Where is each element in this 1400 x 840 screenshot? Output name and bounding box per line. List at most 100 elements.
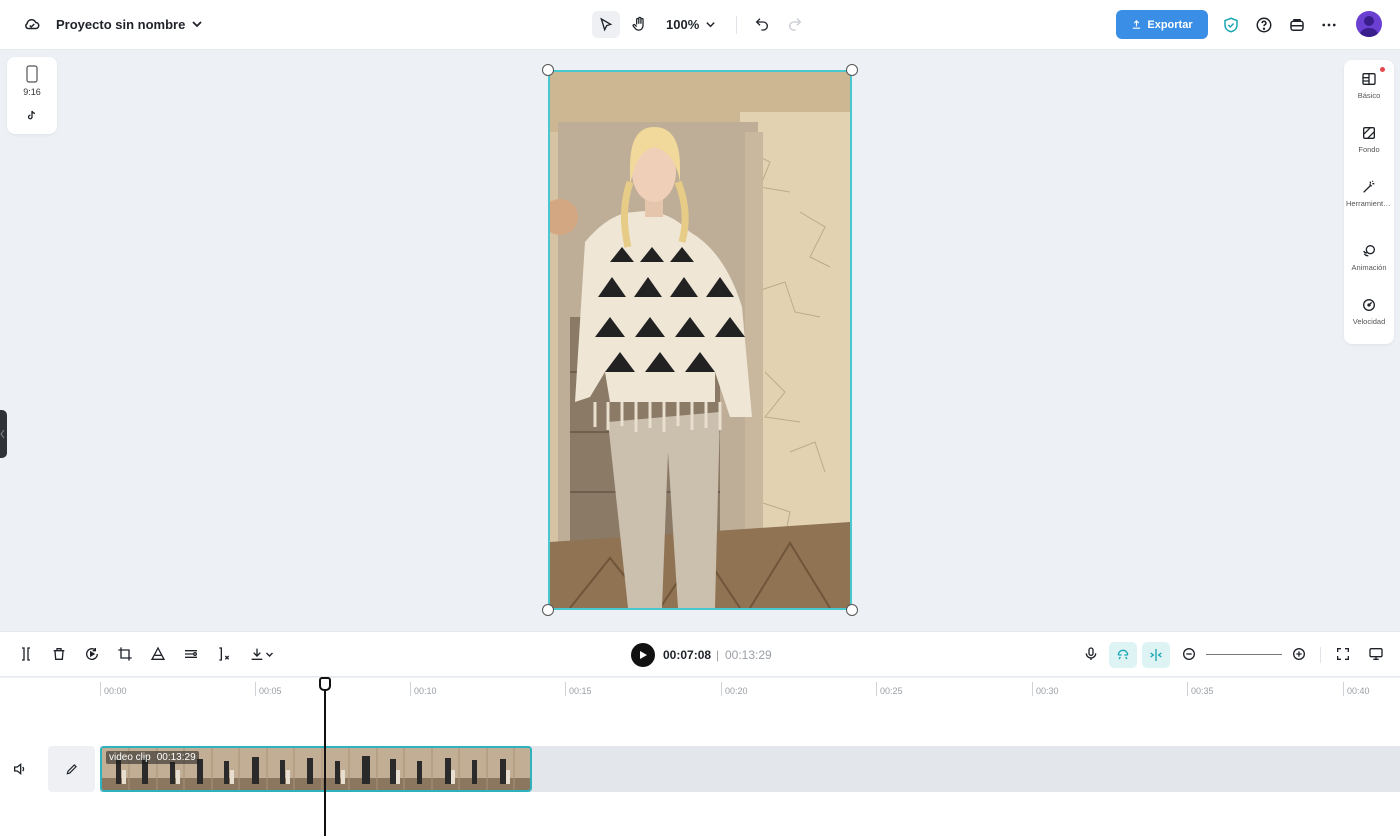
hand-tool-icon[interactable] — [627, 11, 651, 38]
delete-icon[interactable] — [49, 644, 69, 664]
ruler-label: 00:35 — [1191, 686, 1214, 696]
phone-ratio-icon — [26, 65, 38, 83]
crop-icon[interactable] — [115, 644, 135, 664]
replay-icon[interactable] — [82, 644, 102, 664]
ruler-tick — [1187, 682, 1188, 696]
play-icon — [640, 651, 647, 659]
animation-icon — [1363, 245, 1375, 257]
ruler-tick — [100, 682, 101, 696]
preview-panel-icon[interactable] — [1366, 644, 1386, 664]
time-separator: | — [716, 648, 720, 662]
left-panel-toggle[interactable] — [0, 410, 7, 458]
panel-item-animation[interactable]: Animación — [1344, 243, 1394, 272]
export-button[interactable]: Exportar — [1116, 10, 1208, 39]
resize-handle-bottom-left[interactable] — [542, 604, 554, 616]
ruler-label: 00:25 — [880, 686, 903, 696]
background-icon — [1363, 127, 1375, 139]
total-duration: 00:13:29 — [725, 648, 772, 662]
ruler-label: 00:10 — [414, 686, 437, 696]
basic-panel-icon — [1362, 73, 1376, 85]
project-title-text: Proyecto sin nombre — [56, 16, 186, 32]
top-bar: Proyecto sin nombre 100% Exportar — [0, 0, 1400, 50]
tiktok-icon — [27, 110, 36, 120]
undo-icon[interactable] — [752, 14, 772, 34]
chevron-down-icon — [706, 21, 715, 27]
video-clip[interactable]: video clip 00:13:29 — [100, 746, 532, 792]
split-icon[interactable] — [16, 644, 36, 664]
resize-handle-bottom-right[interactable] — [846, 604, 858, 616]
download-dropdown[interactable] — [246, 644, 276, 664]
panel-item-speed[interactable]: Velocidad — [1344, 297, 1394, 326]
trim-icon[interactable] — [214, 644, 234, 664]
zoom-dropdown[interactable]: 100% — [666, 15, 716, 33]
adjust-icon[interactable] — [181, 644, 201, 664]
panel-item-label: Fondo — [1358, 145, 1380, 154]
panel-item-smart-tools[interactable]: Herramientas inteligentes — [1344, 179, 1394, 208]
video-frame-image — [550, 72, 850, 608]
panel-item-label: Animación — [1351, 263, 1387, 272]
export-label: Exportar — [1147, 18, 1193, 31]
magnet-snap-toggle[interactable] — [1109, 642, 1137, 668]
magic-wand-icon — [1363, 180, 1375, 193]
aspect-ratio-label: 9:16 — [23, 87, 41, 97]
timeline-zoom-slider[interactable] — [1206, 654, 1282, 655]
upload-icon — [1133, 20, 1141, 29]
panel-item-label: Básico — [1357, 91, 1381, 100]
resize-handle-top-left[interactable] — [542, 64, 554, 76]
pencil-icon — [66, 764, 77, 775]
current-time: 00:07:08 — [663, 648, 712, 662]
panel-item-basic[interactable]: Básico — [1344, 71, 1394, 100]
ruler-label: 00:30 — [1036, 686, 1059, 696]
ruler-label: 00:20 — [725, 686, 748, 696]
shield-check-icon[interactable] — [1220, 14, 1242, 36]
select-tool-button[interactable] — [592, 11, 620, 38]
flip-icon[interactable] — [148, 644, 168, 664]
project-title[interactable]: Proyecto sin nombre — [56, 15, 185, 33]
fullscreen-icon[interactable] — [1333, 644, 1353, 664]
ruler-tick — [876, 682, 877, 696]
cloud-icon[interactable] — [22, 14, 42, 34]
help-icon[interactable] — [1253, 14, 1275, 36]
video-preview[interactable] — [548, 70, 852, 610]
ruler-label: 00:40 — [1347, 686, 1370, 696]
download-icon — [251, 648, 262, 660]
speed-icon — [1363, 299, 1375, 311]
clip-label: video clip 00:13:29 — [106, 751, 199, 764]
ruler-tick — [410, 682, 411, 696]
edit-toolbar: 00:07:08 | 00:13:29 — [0, 631, 1400, 677]
chevron-down-icon — [265, 652, 273, 657]
split-scene-toggle[interactable] — [1142, 642, 1170, 668]
ruler-tick — [1343, 682, 1344, 696]
play-button[interactable] — [631, 643, 655, 667]
ruler-tick — [721, 682, 722, 696]
divider — [1320, 647, 1321, 663]
clip-name: video clip — [109, 752, 151, 763]
ruler-tick — [255, 682, 256, 696]
panel-item-label: Velocidad — [1352, 317, 1386, 326]
format-panel[interactable]: 9:16 — [7, 57, 57, 134]
playhead-line[interactable] — [324, 688, 326, 836]
properties-panel: Básico Fondo Herramientas inteligentes A… — [1344, 60, 1394, 344]
ruler-label: 00:05 — [259, 686, 282, 696]
avatar[interactable] — [1356, 11, 1382, 37]
chevron-down-icon[interactable] — [190, 16, 204, 32]
track-edit-button[interactable] — [48, 746, 95, 792]
split-scene-icon — [1150, 649, 1162, 661]
redo-icon[interactable] — [785, 14, 805, 34]
track-volume-icon[interactable] — [12, 761, 30, 777]
resize-handle-top-right[interactable] — [846, 64, 858, 76]
zoom-value: 100% — [666, 16, 700, 32]
clip-duration: 00:13:29 — [156, 752, 196, 763]
panel-item-label: Herramientas inteligentes — [1346, 199, 1392, 208]
timeline[interactable]: 00:00 00:05 00:10 00:15 00:20 00:25 00:3… — [0, 678, 1400, 840]
zoom-in-icon[interactable] — [1289, 644, 1309, 664]
zoom-out-icon[interactable] — [1179, 644, 1199, 664]
magnet-icon — [1117, 649, 1129, 660]
microphone-icon[interactable] — [1081, 644, 1101, 664]
storage-icon[interactable] — [1286, 14, 1308, 36]
ruler-label: 00:00 — [104, 686, 127, 696]
panel-item-background[interactable]: Fondo — [1344, 125, 1394, 154]
ruler-tick — [565, 682, 566, 696]
playhead-handle[interactable] — [319, 677, 331, 691]
more-icon[interactable] — [1318, 14, 1340, 36]
